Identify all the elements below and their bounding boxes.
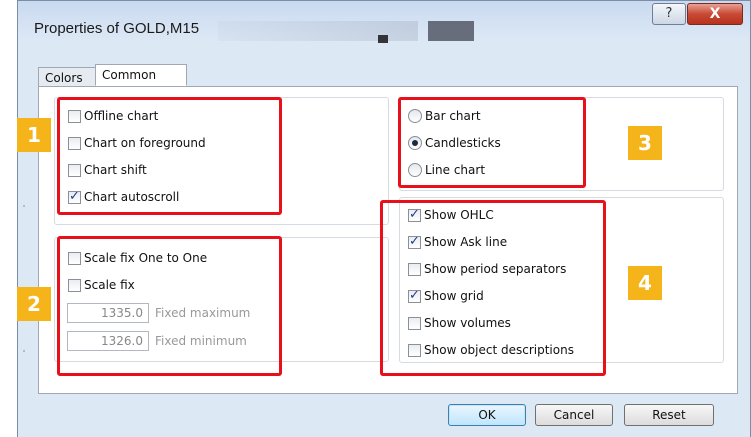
chart-on-foreground-option[interactable]: Chart on foreground bbox=[68, 136, 206, 150]
scale-fix-checkbox[interactable] bbox=[68, 278, 81, 292]
scale-fix-one-to-one-option[interactable]: Scale fix One to One bbox=[68, 251, 207, 265]
fixed-maximum-label: Fixed maximum bbox=[155, 306, 251, 320]
show-volumes-label: Show volumes bbox=[424, 316, 511, 330]
line-chart-label: Line chart bbox=[425, 163, 486, 177]
chart-autoscroll-label: Chart autoscroll bbox=[84, 190, 180, 204]
show-ask-line-option[interactable]: Show Ask line bbox=[408, 234, 508, 249]
reset-button[interactable]: Reset bbox=[624, 404, 714, 426]
show-ask-line-label: Show Ask line bbox=[424, 235, 508, 249]
show-object-descriptions-checkbox[interactable] bbox=[408, 343, 421, 357]
fixed-minimum-label: Fixed minimum bbox=[155, 334, 247, 348]
chart-autoscroll-checkbox[interactable] bbox=[68, 189, 81, 204]
window-title: Properties of GOLD,M15 bbox=[34, 20, 200, 37]
fixed-maximum-input[interactable]: 1335.0 bbox=[67, 303, 149, 323]
marker-1: 1 bbox=[17, 118, 51, 152]
help-button[interactable]: ? bbox=[652, 3, 686, 25]
show-period-separators-label: Show period separators bbox=[424, 262, 567, 276]
candlesticks-option[interactable]: Candlesticks bbox=[408, 136, 501, 150]
tab-common[interactable]: Common bbox=[95, 64, 187, 86]
show-grid-option[interactable]: Show grid bbox=[408, 288, 484, 303]
chart-shift-label: Chart shift bbox=[84, 163, 147, 177]
show-ohlc-option[interactable]: Show OHLC bbox=[408, 207, 494, 222]
scale-fix-one-to-one-checkbox[interactable] bbox=[68, 251, 81, 265]
marker-4: 4 bbox=[628, 266, 662, 300]
title-bar-background-dark bbox=[428, 21, 474, 41]
ok-button[interactable]: OK bbox=[448, 404, 526, 426]
chart-autoscroll-option[interactable]: Chart autoscroll bbox=[68, 189, 180, 204]
fixed-minimum-input[interactable]: 1326.0 bbox=[67, 331, 149, 351]
show-volumes-option[interactable]: Show volumes bbox=[408, 316, 511, 330]
chart-shift-checkbox[interactable] bbox=[68, 163, 81, 177]
show-period-separators-option[interactable]: Show period separators bbox=[408, 262, 566, 276]
show-object-descriptions-label: Show object descriptions bbox=[424, 343, 574, 357]
scale-fix-label: Scale fix bbox=[84, 278, 135, 292]
line-chart-radio[interactable] bbox=[408, 163, 422, 177]
title-bar-background-mark bbox=[378, 35, 388, 43]
chart-shift-option[interactable]: Chart shift bbox=[68, 163, 147, 177]
title-bar[interactable]: Properties of GOLD,M15 ? X bbox=[18, 1, 750, 45]
offline-chart-checkbox[interactable] bbox=[68, 109, 81, 123]
marker-3: 3 bbox=[628, 126, 662, 160]
chart-on-foreground-checkbox[interactable] bbox=[68, 136, 81, 150]
candlesticks-label: Candlesticks bbox=[425, 136, 501, 150]
scale-fix-option[interactable]: Scale fix bbox=[68, 278, 135, 292]
tab-colors[interactable]: Colors bbox=[38, 67, 96, 87]
show-volumes-checkbox[interactable] bbox=[408, 316, 421, 330]
bar-chart-option[interactable]: Bar chart bbox=[408, 109, 481, 123]
cancel-button[interactable]: Cancel bbox=[535, 404, 613, 426]
offline-chart-label: Offline chart bbox=[84, 109, 159, 123]
show-grid-label: Show grid bbox=[424, 289, 484, 303]
bar-chart-label: Bar chart bbox=[425, 109, 481, 123]
show-period-separators-checkbox[interactable] bbox=[408, 262, 421, 276]
scale-fix-one-to-one-label: Scale fix One to One bbox=[84, 251, 208, 265]
line-chart-option[interactable]: Line chart bbox=[408, 163, 485, 177]
close-button[interactable]: X bbox=[687, 3, 743, 25]
show-ohlc-checkbox[interactable] bbox=[408, 207, 421, 222]
candlesticks-radio[interactable] bbox=[408, 136, 422, 150]
edge-mark bbox=[23, 350, 25, 352]
offline-chart-option[interactable]: Offline chart bbox=[68, 109, 158, 123]
title-bar-background bbox=[218, 21, 418, 41]
properties-dialog: Properties of GOLD,M15 ? X Colors Common… bbox=[17, 0, 751, 437]
chart-on-foreground-label: Chart on foreground bbox=[84, 136, 206, 150]
show-object-descriptions-option[interactable]: Show object descriptions bbox=[408, 343, 574, 357]
show-ohlc-label: Show OHLC bbox=[424, 208, 494, 222]
marker-2: 2 bbox=[17, 287, 51, 321]
show-grid-checkbox[interactable] bbox=[408, 288, 421, 303]
show-ask-line-checkbox[interactable] bbox=[408, 234, 421, 249]
bar-chart-radio[interactable] bbox=[408, 109, 422, 123]
edge-mark bbox=[23, 205, 25, 207]
